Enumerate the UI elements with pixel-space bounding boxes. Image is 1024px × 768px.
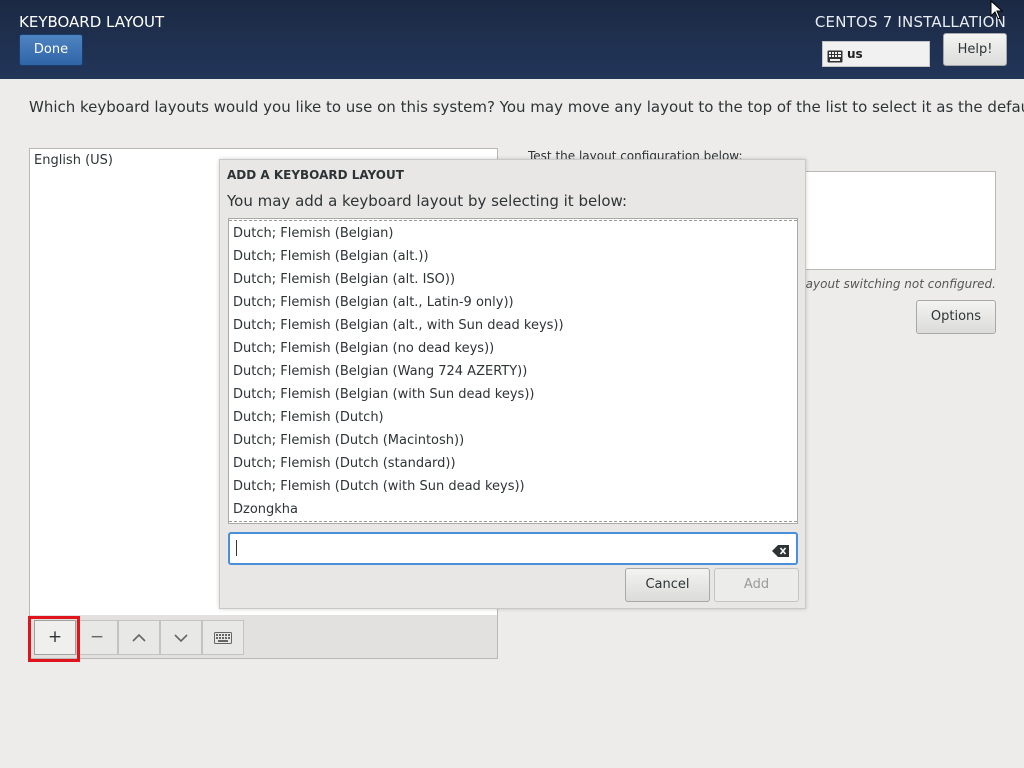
list-item[interactable]: Dutch; Flemish (Dutch) [229,406,797,429]
dialog-title: ADD A KEYBOARD LAYOUT [227,168,404,182]
chevron-down-icon [174,634,188,643]
help-button[interactable]: Help! [943,33,1007,66]
keyboard-indicator-label: us [847,47,863,61]
list-item[interactable]: Dutch; Flemish (Belgian (alt., with Sun … [229,314,797,337]
list-item[interactable]: Dutch; Flemish (Belgian (alt. ISO)) [229,268,797,291]
top-header: KEYBOARD LAYOUT Done CENTOS 7 INSTALLATI… [0,0,1024,79]
preview-layout-button[interactable] [202,620,244,655]
list-item[interactable]: Dutch; Flemish (Dutch (Macintosh)) [229,429,797,452]
layout-search-field[interactable] [228,532,798,565]
done-button[interactable]: Done [19,34,83,66]
list-item[interactable]: Dzongkha [229,498,797,521]
mouse-pointer-icon [990,0,1004,24]
available-layouts-list[interactable]: Dutch; Flemish (Belgian) Dutch; Flemish … [228,218,798,524]
search-input[interactable] [236,538,766,559]
list-top-divider [229,220,797,221]
cancel-button[interactable]: Cancel [625,568,710,602]
list-item[interactable]: Dutch; Flemish (Belgian (no dead keys)) [229,337,797,360]
add-keyboard-layout-dialog: ADD A KEYBOARD LAYOUT You may add a keyb… [219,159,806,609]
keyboard-icon [827,47,843,71]
list-item[interactable]: Dutch; Flemish (Belgian (Wang 724 AZERTY… [229,360,797,383]
clear-text-icon[interactable] [772,542,790,561]
dialog-subtitle: You may add a keyboard layout by selecti… [227,192,628,210]
instructions-text: Which keyboard layouts would you like to… [29,98,1024,116]
list-item[interactable]: Dutch; Flemish (Belgian) [229,222,797,245]
layout-switching-note: Layout switching not configured. [798,277,996,291]
options-button[interactable]: Options [916,300,996,334]
list-item[interactable]: Dutch; Flemish (Belgian (alt., Latin-9 o… [229,291,797,314]
keyboard-layout-indicator[interactable]: us [822,41,930,67]
keyboard-icon [214,632,232,644]
list-item[interactable]: Dutch; Flemish (Belgian (alt.)) [229,245,797,268]
list-item[interactable]: Dutch; Flemish (Dutch (with Sun dead key… [229,475,797,498]
remove-layout-button[interactable]: − [76,620,118,655]
text-caret [236,540,237,556]
add-button-highlight [28,616,80,662]
list-bottom-divider [229,521,797,522]
move-down-button[interactable] [160,620,202,655]
layout-list-toolbar: + − [29,615,498,659]
page-title: KEYBOARD LAYOUT [19,13,165,31]
move-up-button[interactable] [118,620,160,655]
list-item[interactable]: Dutch; Flemish (Dutch (standard)) [229,452,797,475]
list-item[interactable]: Dutch; Flemish (Belgian (with Sun dead k… [229,383,797,406]
list-item[interactable]: English (US) [34,153,113,168]
add-button[interactable]: Add [714,568,799,602]
chevron-up-icon [132,633,146,642]
installation-title: CENTOS 7 INSTALLATION [814,13,1006,31]
